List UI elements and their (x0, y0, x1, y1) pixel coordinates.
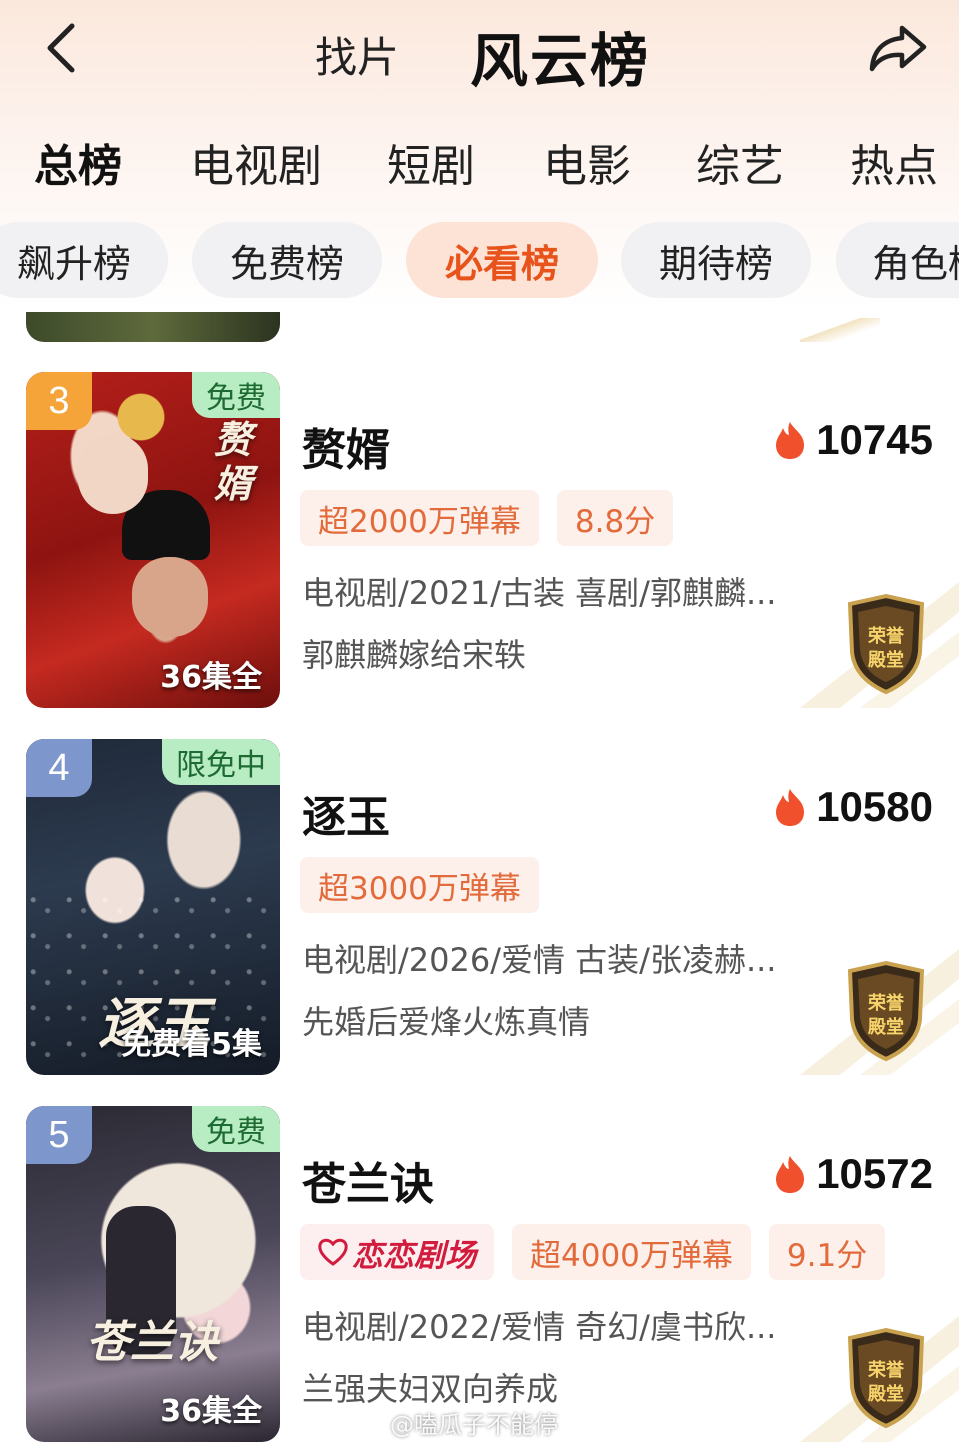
tab-must-watch[interactable]: 必看榜 (406, 222, 598, 298)
free-tag: 免费 (192, 1106, 280, 1152)
theater-logo-tag[interactable]: 恋恋剧场 (300, 1224, 494, 1280)
rank-badge: 5 (26, 1106, 92, 1164)
tab-anticipated[interactable]: 期待榜 (621, 222, 811, 298)
heart-icon (318, 1238, 348, 1266)
tag-list: 恋恋剧场 超4000万弹幕 9.1分 (300, 1224, 886, 1280)
item-title[interactable]: 苍兰诀 (302, 1148, 434, 1212)
list-item[interactable]: 苍兰诀 5 免费 36集全 苍兰诀 10572 恋恋剧场 超4000万弹幕 9.… (0, 1106, 959, 1446)
tab-character[interactable]: 角色榜 (836, 222, 959, 298)
free-tag: 限免中 (162, 739, 280, 785)
badge-text-bottom: 殿堂 (867, 1383, 904, 1405)
page-title: 风云榜 (470, 27, 651, 95)
tag-list: 超2000万弹幕 8.8分 (300, 490, 674, 546)
item-meta: 电视剧/2022/爱情 奇幻/虞书欣... (302, 1308, 777, 1346)
danmaku-tag: 超3000万弹幕 (300, 857, 539, 913)
theater-logo-text: 恋恋剧场 (352, 1237, 476, 1274)
episode-count: 36集全 (160, 1394, 262, 1429)
heat-score: 10572 (774, 1150, 933, 1198)
sub-tabs: 飙升榜 免费榜 必看榜 期待榜 角色榜 (0, 222, 959, 300)
poster[interactable]: 逐玉 4 限免中 免费看5集 (26, 739, 280, 1075)
list-item[interactable]: 赘婿 3 免费 36集全 赘婿 10745 超2000万弹幕 8.8分 电视剧/… (0, 372, 959, 712)
watermark: @嗑瓜子不能停 (390, 1411, 558, 1439)
item-meta: 电视剧/2026/爱情 古装/张凌赫... (302, 941, 777, 979)
badge-text-bottom: 殿堂 (867, 1016, 904, 1038)
tab-anticipated-label: 期待榜 (658, 241, 773, 286)
share-icon (869, 25, 927, 72)
tab-free[interactable]: 免费榜 (192, 222, 382, 298)
poster-calligraphy: 赘婿 (214, 417, 253, 506)
flame-icon (776, 789, 805, 826)
heat-value: 10580 (816, 783, 933, 830)
tab-character-label: 角色榜 (872, 241, 959, 286)
face-shape (78, 434, 148, 514)
flame-icon (776, 1156, 805, 1193)
back-button[interactable] (36, 20, 86, 76)
item-meta: 电视剧/2021/古装 喜剧/郭麒麟... (302, 574, 777, 612)
item-description: 兰强夫妇双向养成 (302, 1370, 559, 1408)
tab-rising-label: 飙升榜 (16, 241, 131, 286)
previous-item-corner-decoration (800, 318, 880, 342)
danmaku-tag: 超2000万弹幕 (300, 490, 539, 546)
rating-tag: 9.1分 (768, 1224, 886, 1280)
face-shape (132, 557, 208, 637)
heat-score: 10745 (774, 416, 933, 464)
share-button[interactable] (866, 20, 930, 76)
badge-text-top: 荣誉 (867, 992, 905, 1014)
tab-movie[interactable]: 电影 (543, 130, 631, 194)
tab-must-watch-label: 必看榜 (444, 241, 559, 286)
hall-of-fame-badge: 荣誉 殿堂 (800, 572, 959, 708)
poster-calligraphy: 苍兰诀 (86, 1317, 218, 1368)
tab-hot[interactable]: 热点 (850, 130, 938, 194)
episode-count: 36集全 (160, 660, 262, 695)
item-description: 先婚后爱烽火炼真情 (302, 1003, 591, 1041)
shield-icon: 荣誉 殿堂 (800, 949, 959, 1075)
shield-icon: 荣誉 殿堂 (800, 1316, 959, 1442)
top-bar: 找片 风云榜 (0, 0, 959, 100)
list-item[interactable]: 逐玉 4 限免中 免费看5集 逐玉 10580 超3000万弹幕 电视剧/202… (0, 739, 959, 1079)
rating-tag: 8.8分 (556, 490, 674, 546)
poster[interactable]: 赘婿 3 免费 36集全 (26, 372, 280, 708)
badge-text-top: 荣誉 (867, 1359, 905, 1381)
item-description: 郭麒麟嫁给宋轶 (302, 636, 527, 674)
free-tag: 免费 (192, 372, 280, 418)
category-tabs: 总榜 电视剧 短剧 电影 综艺 热点 (0, 122, 959, 192)
find-tab[interactable]: 找片 (315, 24, 399, 85)
item-title[interactable]: 逐玉 (302, 781, 390, 845)
shield-icon: 荣誉 殿堂 (800, 582, 959, 708)
badge-text-bottom: 殿堂 (867, 649, 904, 671)
tag-list: 超3000万弹幕 (300, 857, 539, 913)
tab-overall[interactable]: 总榜 (34, 130, 122, 194)
tab-short-drama[interactable]: 短剧 (387, 130, 475, 194)
heat-value: 10572 (816, 1150, 933, 1197)
danmaku-tag: 超4000万弹幕 (512, 1224, 751, 1280)
tab-variety[interactable]: 综艺 (696, 130, 784, 194)
tab-free-label: 免费榜 (229, 241, 344, 286)
flame-icon (776, 422, 805, 459)
free-episodes-label: 免费看5集 (121, 1027, 262, 1062)
hall-of-fame-badge: 荣誉 殿堂 (800, 939, 959, 1075)
hall-of-fame-badge: 荣誉 殿堂 (800, 1306, 959, 1442)
heat-score: 10580 (774, 783, 933, 831)
badge-text-top: 荣誉 (867, 625, 905, 647)
rank-badge: 4 (26, 739, 92, 797)
heat-value: 10745 (816, 416, 933, 463)
chevron-left-icon (47, 23, 75, 73)
tab-rising[interactable]: 飙升榜 (0, 222, 168, 298)
item-title[interactable]: 赘婿 (302, 414, 390, 478)
previous-item-poster[interactable] (26, 312, 280, 342)
poster[interactable]: 苍兰诀 5 免费 36集全 (26, 1106, 280, 1442)
rank-badge: 3 (26, 372, 92, 430)
tab-tv-series[interactable]: 电视剧 (190, 130, 322, 194)
